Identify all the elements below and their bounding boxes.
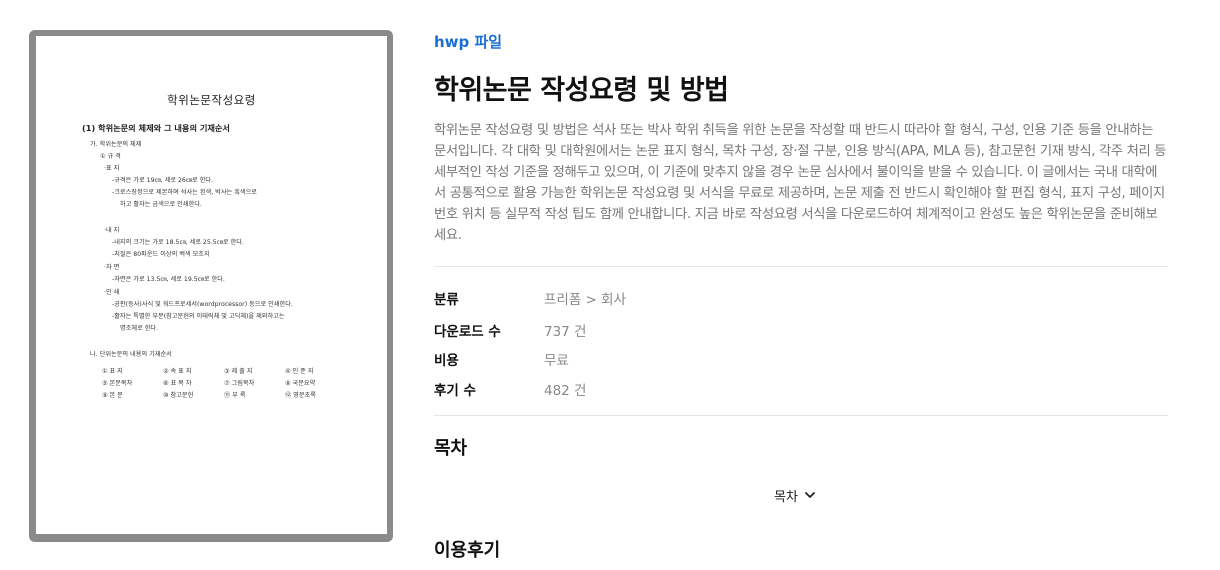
preview-line: -자면은 가로 13.5㎝, 세로 19.5㎝로 한다. bbox=[112, 276, 225, 283]
meta-row-cost: 비용 무료 bbox=[434, 349, 569, 369]
preview-grid-cell: ⑥ 표 목 차 bbox=[163, 379, 192, 387]
document-preview[interactable]: 학위논문작성요령 (1) 학위논문의 체제와 그 내용의 기재순서 가. 학위논… bbox=[29, 30, 393, 542]
preview-line: -공판(등사)사식 및 워드프로세서(wordprocessor) 등으로 인쇄… bbox=[112, 301, 293, 308]
toc-toggle-label: 목차 bbox=[774, 490, 798, 505]
preview-grid-row: ⑤ 본문목차 ⑥ 표 목 차 ⑦ 그림목차 ⑧ 국문요약 bbox=[102, 376, 346, 388]
preview-line: ·표 지 bbox=[104, 165, 120, 172]
toc-section-title: 목차 bbox=[434, 438, 468, 459]
meta-value: 482 건 bbox=[544, 383, 587, 399]
preview-line: 가. 학위논문의 체제 bbox=[90, 141, 142, 148]
preview-line: -활자는 특별한 부분(참고문헌의 이태릭체 및 고딕체)을 제외하고는 bbox=[112, 313, 285, 320]
preview-line: 명조체로 한다. bbox=[120, 325, 159, 332]
preview-grid-cell: ① 표 지 bbox=[102, 367, 123, 375]
reviews-section-title: 이용후기 bbox=[434, 540, 501, 561]
preview-grid-row: ⑨ 본 문 ⑩ 참고문헌 ⑪ 부 록 ⑫ 영문초록 bbox=[102, 388, 346, 400]
meta-label: 후기 수 bbox=[434, 383, 476, 399]
preview-contents-grid: ① 표 지 ② 속 표 지 ③ 제 출 지 ④ 인 준 지 ⑤ 본문목차 ⑥ 표… bbox=[102, 364, 346, 400]
preview-grid-cell: ⑪ 부 록 bbox=[224, 391, 246, 399]
chevron-down-icon bbox=[805, 492, 815, 498]
preview-grid-cell: ④ 인 준 지 bbox=[285, 367, 314, 375]
preview-line: -규격은 가로 19㎝, 세로 26㎝로 한다. bbox=[112, 177, 214, 184]
preview-grid-cell: ⑩ 참고문헌 bbox=[163, 391, 194, 399]
preview-line: ·자 면 bbox=[104, 264, 120, 271]
preview-line: -내지의 크기는 가로 18.5㎝, 세로 25.5㎝로 한다. bbox=[112, 239, 244, 246]
divider bbox=[434, 415, 1168, 416]
preview-grid-row: ① 표 지 ② 속 표 지 ③ 제 출 지 ④ 인 준 지 bbox=[102, 364, 346, 376]
preview-line: 나. 단위논문의 내용의 기재순서 bbox=[90, 351, 172, 358]
preview-heading: (1) 학위논문의 체제와 그 내용의 기재순서 bbox=[82, 123, 230, 133]
preview-grid-cell: ② 속 표 지 bbox=[163, 367, 192, 375]
document-description: 학위논문 작성요령 및 방법은 석사 또는 박사 학위 취득을 위한 논문을 작… bbox=[434, 123, 1167, 243]
preview-grid-cell: ⑫ 영문초록 bbox=[285, 391, 316, 399]
meta-value: 프리폼 > 회사 bbox=[544, 292, 626, 308]
preview-title: 학위논문작성요령 bbox=[167, 93, 256, 107]
meta-row-reviews: 후기 수 482 건 bbox=[434, 379, 586, 399]
preview-grid-cell: ③ 제 출 지 bbox=[224, 367, 253, 375]
meta-label: 다운로드 수 bbox=[434, 324, 501, 340]
meta-row-category: 분류 프리폼 > 회사 bbox=[434, 288, 626, 308]
preview-grid-cell: ⑧ 국문요약 bbox=[285, 379, 316, 387]
meta-value: 737 건 bbox=[544, 324, 587, 340]
toc-toggle-button[interactable]: 목차 bbox=[774, 486, 815, 505]
preview-page: 학위논문작성요령 (1) 학위논문의 체제와 그 내용의 기재순서 가. 학위논… bbox=[36, 36, 387, 534]
preview-line: ·인 쇄 bbox=[104, 289, 120, 296]
preview-grid-cell: ⑦ 그림목차 bbox=[224, 379, 255, 387]
document-title: 학위논문 작성요령 및 방법 bbox=[434, 75, 729, 106]
file-type-label: hwp 파일 bbox=[434, 33, 503, 51]
preview-line: ·내 지 bbox=[104, 227, 120, 234]
preview-line: 하고 활자는 금색으로 인쇄한다. bbox=[120, 201, 202, 208]
divider bbox=[434, 266, 1168, 267]
preview-line: -크로스장정으로 제본하며 석사는 흰색, 박사는 흑색으로 bbox=[112, 189, 257, 196]
meta-row-downloads: 다운로드 수 737 건 bbox=[434, 320, 586, 340]
meta-label: 분류 bbox=[434, 292, 459, 308]
preview-grid-cell: ⑨ 본 문 bbox=[102, 391, 123, 399]
meta-label: 비용 bbox=[434, 353, 459, 369]
meta-value: 무료 bbox=[544, 353, 569, 369]
preview-grid-cell: ⑤ 본문목차 bbox=[102, 379, 133, 387]
preview-line: -지질은 80파운드 이상의 백색 모조지 bbox=[112, 251, 210, 258]
preview-line: ① 규 격 bbox=[100, 153, 121, 160]
